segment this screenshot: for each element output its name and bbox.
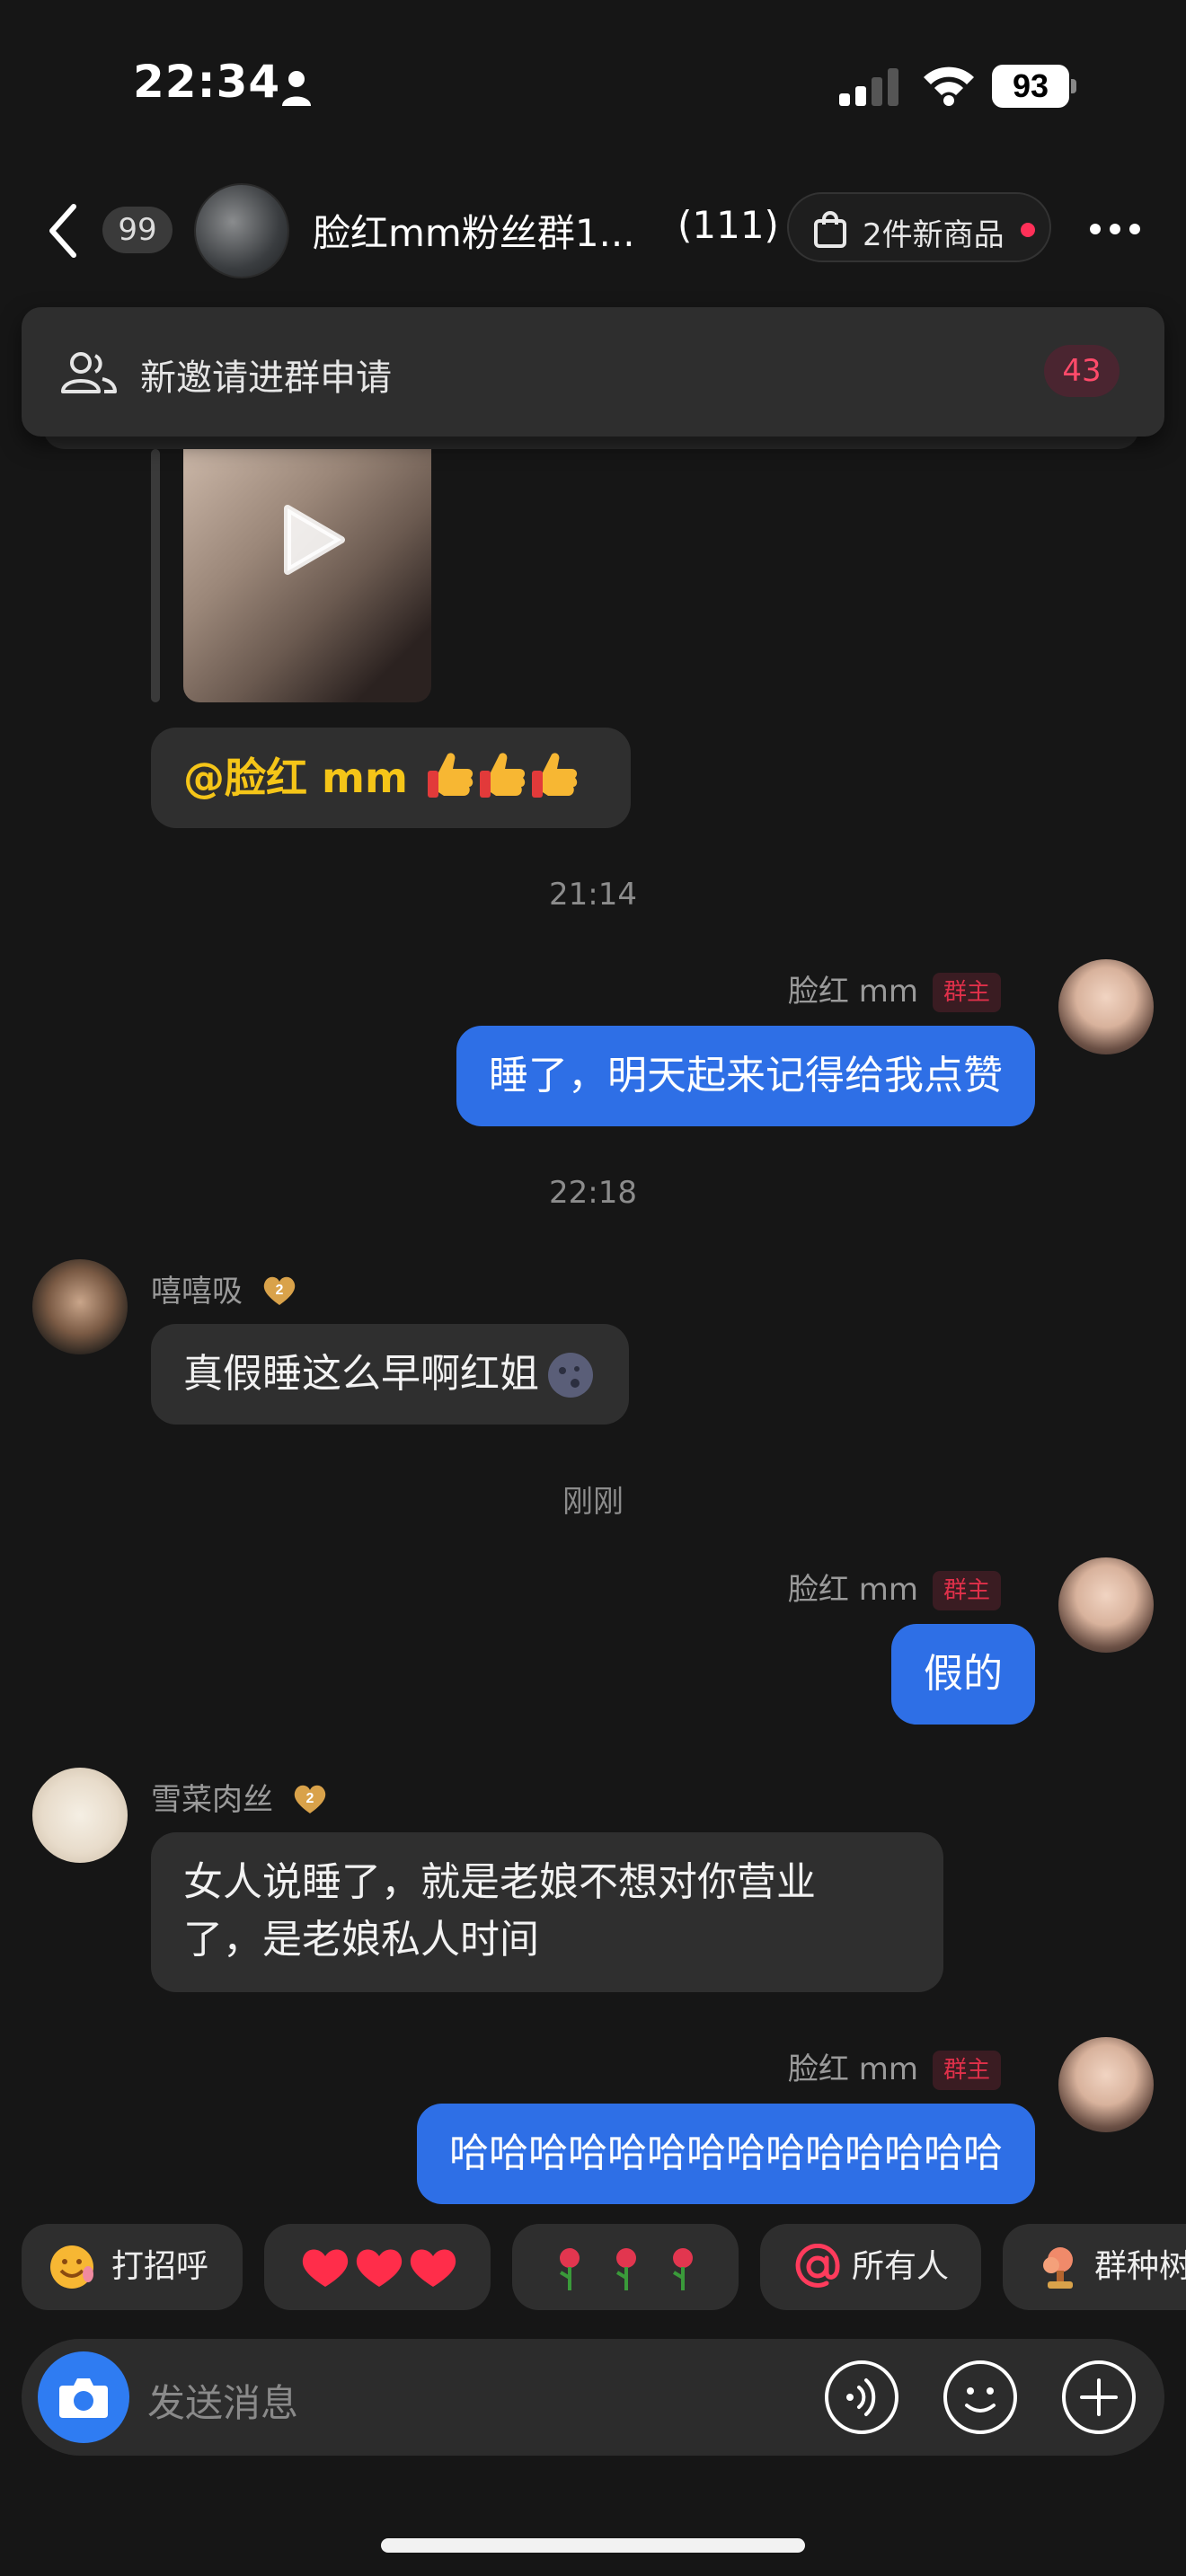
smile-emoji-icon [50,2245,93,2289]
level-heart-icon: 2 [263,1276,296,1305]
timestamp: 21:14 [549,877,637,913]
mention-text: @脸红 mm [183,754,408,802]
quick-reply-greet[interactable]: 打招呼 [22,2224,243,2310]
avatar[interactable] [1058,1557,1154,1653]
quick-reply-plant-tree-label: 群种树 [1094,2248,1186,2285]
wifi-icon [924,66,974,106]
sender-row: 雪菜肉丝 2 [151,1775,328,1819]
quote-bar [151,449,160,702]
timestamp: 刚刚 [562,1484,624,1520]
voice-icon[interactable] [823,2359,900,2436]
battery-level: 93 [992,65,1069,108]
group-name[interactable]: 脸红mm粉丝群1... [313,203,635,258]
message-bubble[interactable]: 真假睡这么早啊红姐 [151,1324,629,1425]
message-text-line: 女人说睡了，就是老娘不想对你营业 [183,1859,816,1905]
plus-icon[interactable] [1060,2359,1137,2436]
message-bubble[interactable]: @脸红 mm [151,728,631,828]
message-input[interactable]: 发送消息 [147,2373,298,2428]
quick-reply-mention-all[interactable]: 所有人 [760,2224,981,2310]
avatar[interactable] [1058,959,1154,1054]
camera-icon [59,2378,108,2418]
play-icon[interactable] [279,503,347,577]
more-icon[interactable] [1089,223,1141,235]
status-time: 22:34 [133,56,281,108]
back-icon[interactable] [47,203,79,259]
chat-header: 99 脸红mm粉丝群1... (111) 2件新商品 [0,171,1186,287]
message-bubble[interactable]: 假的 [891,1624,1035,1725]
owner-badge: 群主 [932,973,1001,1012]
svg-text:2: 2 [305,1791,314,1806]
owner-badge: 群主 [932,1571,1001,1610]
sender-name: 脸红 mm [787,1572,918,1608]
moon-emoji-icon [548,1353,593,1398]
quick-reply-plant-tree[interactable]: 群种树 [1003,2224,1186,2310]
sender-row: 脸红 mm 群主 [788,2044,1001,2090]
battery-indicator: 93 [992,65,1078,108]
invite-request-count: 43 [1044,345,1120,397]
sender-row: 脸红 mm 群主 [788,966,1001,1012]
level-heart-icon: 2 [294,1785,326,1813]
invite-request-banner[interactable]: 新邀请进群申请 43 [22,307,1164,437]
sender-row: 脸红 mm 群主 [788,1565,1001,1610]
message-bubble[interactable]: 女人说睡了，就是老娘不想对你营业 了，是老娘私人时间 [151,1832,943,1992]
sender-name: 脸红 mm [787,2051,918,2087]
person-icon [282,71,311,106]
member-count[interactable]: (111) [677,203,779,247]
new-goods-label: 2件新商品 [863,217,1005,253]
camera-button[interactable] [38,2351,129,2443]
roses-icon [559,2248,693,2290]
hearts-icon [302,2249,456,2287]
quick-reply-hearts[interactable] [264,2224,491,2310]
sender-name: 雪菜肉丝 [151,1782,273,1818]
at-icon [795,2244,840,2288]
battery-tip [1071,79,1076,93]
unread-count-badge[interactable]: 99 [102,207,173,253]
status-bar: 22:34 93 [0,0,1186,162]
avatar[interactable] [1058,2037,1154,2132]
invite-request-label: 新邀请进群申请 [140,357,392,399]
message-bubble[interactable]: 睡了，明天起来记得给我点赞 [456,1026,1035,1126]
thumbs-up-icon [427,753,474,798]
owner-badge: 群主 [932,2051,1001,2090]
quick-reply-bar: 打招呼 所有人 群种树 [0,2224,1186,2314]
sender-name: 嘻嘻吸 [151,1274,243,1310]
avatar[interactable] [32,1768,128,1863]
timestamp: 22:18 [549,1175,637,1211]
sender-name: 脸红 mm [787,974,918,1010]
quick-reply-greet-label: 打招呼 [111,2248,209,2285]
emoji-icon[interactable] [942,2359,1019,2436]
quick-reply-mention-all-label: 所有人 [852,2248,950,2285]
video-thumbnail[interactable] [183,449,431,702]
bag-icon [814,211,846,248]
home-indicator [381,2538,805,2553]
sender-row: 嘻嘻吸 2 [151,1266,297,1310]
thumbs-up-icon [479,753,526,798]
group-avatar[interactable] [194,183,289,278]
avatar[interactable] [32,1259,128,1354]
message-text-line: 了，是老娘私人时间 [183,1917,539,1963]
signal-icon [839,68,898,106]
message-bubble[interactable]: 哈哈哈哈哈哈哈哈哈哈哈哈哈哈 [417,2104,1035,2204]
quick-reply-roses[interactable] [512,2224,739,2310]
message-input-bar: 发送消息 [22,2339,1164,2456]
tree-icon [1043,2247,1073,2289]
users-icon [61,352,117,393]
new-goods-button[interactable]: 2件新商品 [787,192,1051,262]
thumbs-up-icon [531,753,578,798]
new-goods-dot [1021,223,1035,237]
svg-text:2: 2 [275,1283,283,1298]
message-text: 真假睡这么早啊红姐 [183,1351,539,1397]
